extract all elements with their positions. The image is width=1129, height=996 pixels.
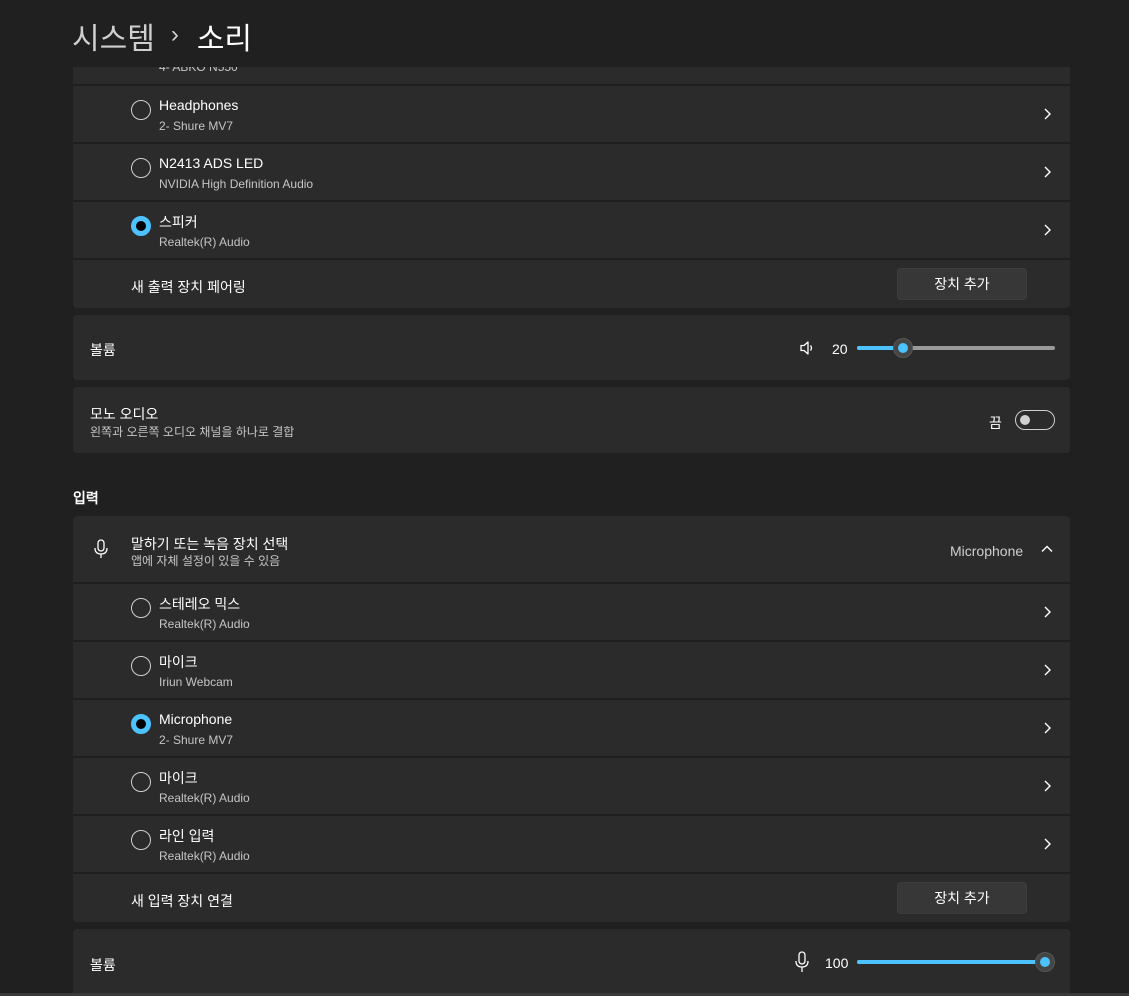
output-volume-label: 볼륨 [90, 342, 116, 358]
input-device-name: 스테레오 믹스 [159, 596, 241, 612]
input-volume-value: 100 [825, 955, 849, 971]
microphone-icon [94, 539, 108, 558]
input-device-radio[interactable] [131, 830, 151, 850]
page-title: 소리 [196, 23, 253, 56]
output-volume-slider[interactable] [857, 338, 1055, 358]
input-device-name: 라인 입력 [159, 828, 215, 844]
input-device-radio[interactable] [131, 772, 151, 792]
page-header: 시스템 › 소리 [0, 0, 1129, 67]
chevron-up-icon[interactable] [1040, 542, 1054, 556]
input-device-radio-selected[interactable] [131, 714, 151, 734]
input-volume-slider[interactable] [857, 952, 1055, 972]
connect-input-label: 새 입력 장치 연결 [131, 893, 233, 909]
output-device-sub: 2- Shure MV7 [159, 119, 234, 133]
mono-audio-card: 모노 오디오 왼쪽과 오른쪽 오디오 채널을 하나로 결합 [73, 387, 1070, 453]
output-device-radio-selected[interactable] [131, 216, 151, 236]
output-device-row[interactable]: N2413 ADS LED NVIDIA High Definition Aud… [73, 144, 1070, 200]
microphone-icon[interactable] [793, 951, 811, 973]
add-output-device-button[interactable]: 장치 추가 [897, 268, 1027, 300]
add-input-device-button[interactable]: 장치 추가 [897, 882, 1027, 914]
breadcrumb-separator: › [170, 21, 179, 48]
breadcrumb-system[interactable]: 시스템 [72, 14, 155, 58]
chevron-right-icon[interactable] [1040, 663, 1054, 677]
mono-audio-state: 끔 [989, 415, 1002, 431]
input-chooser-title: 말하기 또는 녹음 장치 선택 [131, 536, 289, 552]
output-device-name: Headphones [159, 97, 239, 113]
input-device-row[interactable]: Microphone 2- Shure MV7 [73, 700, 1070, 756]
input-volume-label: 볼륨 [90, 957, 116, 973]
input-volume-fill [857, 960, 1045, 964]
chevron-right-icon[interactable] [1040, 837, 1054, 851]
breadcrumb: 시스템 › 소리 [72, 14, 252, 58]
output-device-radio[interactable] [131, 158, 151, 178]
input-section-title: 입력 [73, 490, 99, 506]
input-device-name: 마이크 [159, 770, 198, 786]
output-device-name: 스피커 [159, 214, 198, 230]
output-device-sub: NVIDIA High Definition Audio [159, 177, 314, 191]
output-volume-value: 20 [832, 341, 848, 357]
input-device-name: 마이크 [159, 654, 198, 670]
input-device-radio[interactable] [131, 656, 151, 676]
input-device-sub: Realtek(R) Audio [159, 791, 250, 805]
input-device-row[interactable]: 스테레오 믹스 Realtek(R) Audio [73, 584, 1070, 640]
input-device-sub: Iriun Webcam [159, 675, 233, 689]
input-device-chooser[interactable]: 말하기 또는 녹음 장치 선택 앱에 자체 설정이 있을 수 있음 Microp… [73, 516, 1070, 582]
chevron-right-icon[interactable] [1040, 165, 1054, 179]
input-device-row[interactable]: 마이크 Iriun Webcam [73, 642, 1070, 698]
input-device-name: Microphone [159, 711, 233, 727]
output-device-row[interactable]: Headphones 2- Shure MV7 [73, 86, 1070, 142]
chevron-right-icon[interactable] [1040, 223, 1054, 237]
input-device-sub: Realtek(R) Audio [159, 617, 250, 631]
chevron-right-icon[interactable] [1040, 605, 1054, 619]
chevron-right-icon[interactable] [1040, 107, 1054, 121]
input-device-row[interactable]: 라인 입력 Realtek(R) Audio [73, 816, 1070, 872]
mono-audio-toggle[interactable] [1015, 410, 1055, 430]
input-chooser-value: Microphone [950, 543, 1024, 559]
output-device-row[interactable]: 스피커 Realtek(R) Audio [73, 202, 1070, 258]
mono-audio-sub: 왼쪽과 오른쪽 오디오 채널을 하나로 결합 [90, 425, 295, 439]
input-volume-thumb[interactable] [1035, 952, 1055, 972]
input-device-row[interactable]: 마이크 Realtek(R) Audio [73, 758, 1070, 814]
chevron-right-icon[interactable] [1040, 721, 1054, 735]
input-device-sub: Realtek(R) Audio [159, 849, 250, 863]
pair-output-label: 새 출력 장치 페어링 [131, 279, 246, 295]
speaker-icon[interactable] [799, 339, 817, 357]
toggle-knob [1020, 415, 1030, 425]
input-chooser-sub: 앱에 자체 설정이 있을 수 있음 [131, 554, 281, 568]
input-device-sub: 2- Shure MV7 [159, 733, 234, 747]
output-device-sub: Realtek(R) Audio [159, 235, 250, 249]
input-device-radio[interactable] [131, 598, 151, 618]
output-volume-thumb[interactable] [892, 338, 913, 358]
output-device-name: N2413 ADS LED [159, 155, 264, 171]
chevron-right-icon[interactable] [1040, 779, 1054, 793]
output-device-radio[interactable] [131, 100, 151, 120]
mono-audio-title: 모노 오디오 [90, 406, 159, 422]
